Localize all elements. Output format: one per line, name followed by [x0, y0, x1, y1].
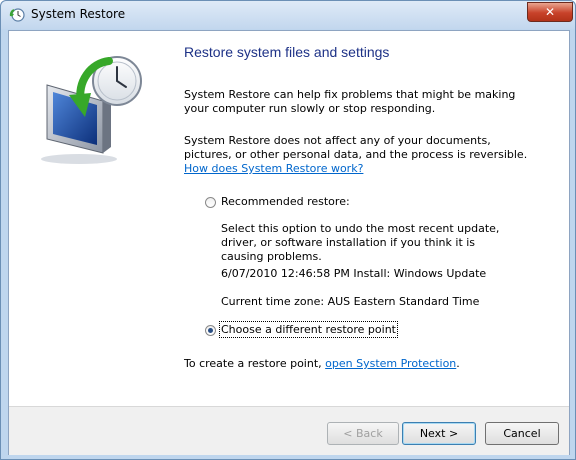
window-title: System Restore [31, 7, 126, 21]
cancel-button[interactable]: Cancel [485, 422, 559, 445]
button-bar: < Back Next > Cancel [9, 406, 569, 455]
open-system-protection-link[interactable]: open System Protection [325, 357, 456, 370]
timezone-info: Current time zone: AUS Eastern Standard … [221, 295, 480, 308]
info-paragraph: System Restore does not affect any of yo… [184, 134, 539, 176]
system-restore-illustration-icon [29, 47, 149, 167]
close-button[interactable]: ✕ [527, 2, 573, 22]
create-restore-point-text: To create a restore point, [184, 357, 326, 370]
create-restore-point-suffix: . [456, 357, 460, 370]
intro-text: System Restore can help fix problems tha… [184, 88, 516, 115]
title-bar[interactable]: System Restore ✕ [1, 1, 575, 29]
close-icon: ✕ [544, 5, 556, 19]
dialog-content: Restore system files and settings System… [8, 30, 570, 455]
how-does-system-restore-work-link[interactable]: How does System Restore work? [184, 162, 363, 175]
recommended-restore-radio[interactable] [205, 197, 216, 208]
page-title: Restore system files and settings [184, 44, 390, 60]
choose-different-restore-point-radio[interactable] [205, 325, 216, 336]
recommended-restore-label[interactable]: Recommended restore: [221, 195, 350, 208]
system-restore-icon [9, 7, 25, 23]
recommended-description: Select this option to undo the most rece… [221, 222, 500, 263]
choose-different-restore-point-label[interactable]: Choose a different restore point [219, 321, 398, 338]
restore-point-info: 6/07/2010 12:46:58 PM Install: Windows U… [221, 267, 487, 280]
system-restore-window: System Restore ✕ Restore system files an… [0, 0, 576, 460]
next-button[interactable]: Next > [402, 422, 476, 445]
info-text: System Restore does not affect any of yo… [184, 134, 528, 161]
back-button[interactable]: < Back [327, 422, 399, 445]
create-restore-point-paragraph: To create a restore point, open System P… [184, 357, 539, 371]
